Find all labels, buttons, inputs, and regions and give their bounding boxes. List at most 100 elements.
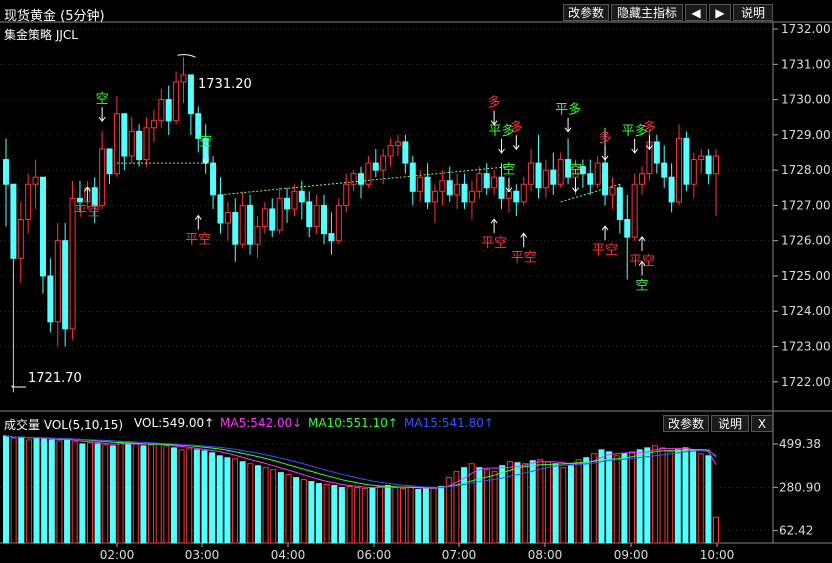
candle-body [335,204,342,242]
candle-body [690,159,697,185]
candle-body [372,162,379,171]
y-tick-label: 1732.00 [781,22,831,36]
volume-bar [247,463,254,544]
volume-bar [232,458,239,544]
volume-bar [285,474,292,544]
volume-bar [567,465,574,544]
help-button[interactable]: 说明 [733,4,773,21]
candle-body [113,113,120,175]
y-tick-label: 1723.00 [781,340,831,354]
candle-body [683,137,690,185]
signal-label: 多 [510,119,523,135]
candle-body [446,180,453,196]
volume-bar [415,488,422,544]
hide-main-indicator-button[interactable]: 隐藏主指标 [611,4,683,21]
volume-bar [293,477,300,544]
candle-body [187,74,194,115]
candle-body [239,204,246,245]
window-title: 现货黄金 (5分钟) [4,9,105,24]
volume-bar [407,487,414,544]
volume-bar [102,444,109,544]
candle-body [291,190,298,210]
signal-label: 空 [502,163,515,178]
candle-body [3,159,9,185]
signal-label: 平空 [511,250,537,265]
volume-bar [186,448,193,544]
candle-body [47,275,54,323]
x-tick-label: 06:00 [357,548,392,562]
candle-body [705,155,712,175]
right-arrow-icon[interactable]: ▶ [709,4,731,21]
low-label: 1721.70 [28,371,82,386]
candle-body [121,113,128,157]
y-tick-label: 1728.00 [781,163,831,177]
volume-bar [201,450,208,544]
signal-label: 平空 [481,236,507,251]
volume-close-button[interactable]: X [751,415,773,432]
volume-bar [41,438,48,544]
volume-bar [354,487,361,544]
candle-body [476,173,483,192]
price-chart[interactable]: 空平空空平空多平多多空平空平空平多空多平空平多多平空空 1732.001731.… [0,0,832,563]
volume-y-tick-label: 280.90 [779,480,821,494]
candle-body [520,183,527,203]
volume-bar [422,487,429,544]
volume-bar [575,459,582,544]
left-arrow-icon[interactable]: ◀ [685,4,707,21]
signal-label: 空 [636,278,649,293]
candle-body [587,173,594,185]
candle-body [409,162,416,192]
candle-body [224,211,231,224]
candle-body [343,183,350,206]
candle-body [594,162,601,185]
volume-bar [491,471,498,544]
candle-body [165,99,172,122]
volume-bar [25,439,32,544]
volume-bar [79,443,86,544]
volume-bar [705,455,712,544]
volume-bar [224,457,231,544]
signal-label: 平空 [185,233,211,248]
candle-body [232,211,239,245]
candle-body [698,155,705,161]
volume-bar [270,469,277,544]
candle-body [25,183,32,221]
candle-body [483,173,490,189]
candle-body [143,127,150,161]
volume-modify-params-button[interactable]: 改参数 [663,415,709,432]
candle-body [616,187,623,221]
candle-body [461,183,468,203]
candle-body [653,141,660,164]
volume-bar [369,487,376,544]
y-tick-label: 1725.00 [781,269,831,283]
y-tick-label: 1722.00 [781,375,831,389]
signal-label: 平空 [74,204,100,219]
signal-label: 空 [96,92,109,107]
volume-bar [125,442,132,544]
volume-bar [590,453,597,544]
volume-bar [384,485,391,544]
volume-bar [10,437,17,544]
volume-bar [193,449,200,544]
candle-body [394,141,401,146]
volume-bar [148,444,155,544]
volume-bar [606,451,613,544]
volume-y-tick-label: 499.38 [779,437,821,451]
candle-body [439,180,446,192]
volume-bar [338,487,345,544]
volume-bar [33,437,40,544]
volume-bar [438,486,445,544]
volume-bar [651,445,658,544]
volume-bar [254,465,261,544]
candle-body [498,176,505,199]
volume-bar [399,487,406,544]
candle-body [269,208,276,231]
volume-bar [636,449,643,544]
signal-label: 平多 [555,102,581,118]
volume-bar [430,487,437,544]
volume-help-button[interactable]: 说明 [711,415,749,432]
volume-bar [659,447,666,544]
modify-params-button[interactable]: 改参数 [563,4,609,21]
candle-body [713,155,719,175]
volume-bar [316,483,323,544]
